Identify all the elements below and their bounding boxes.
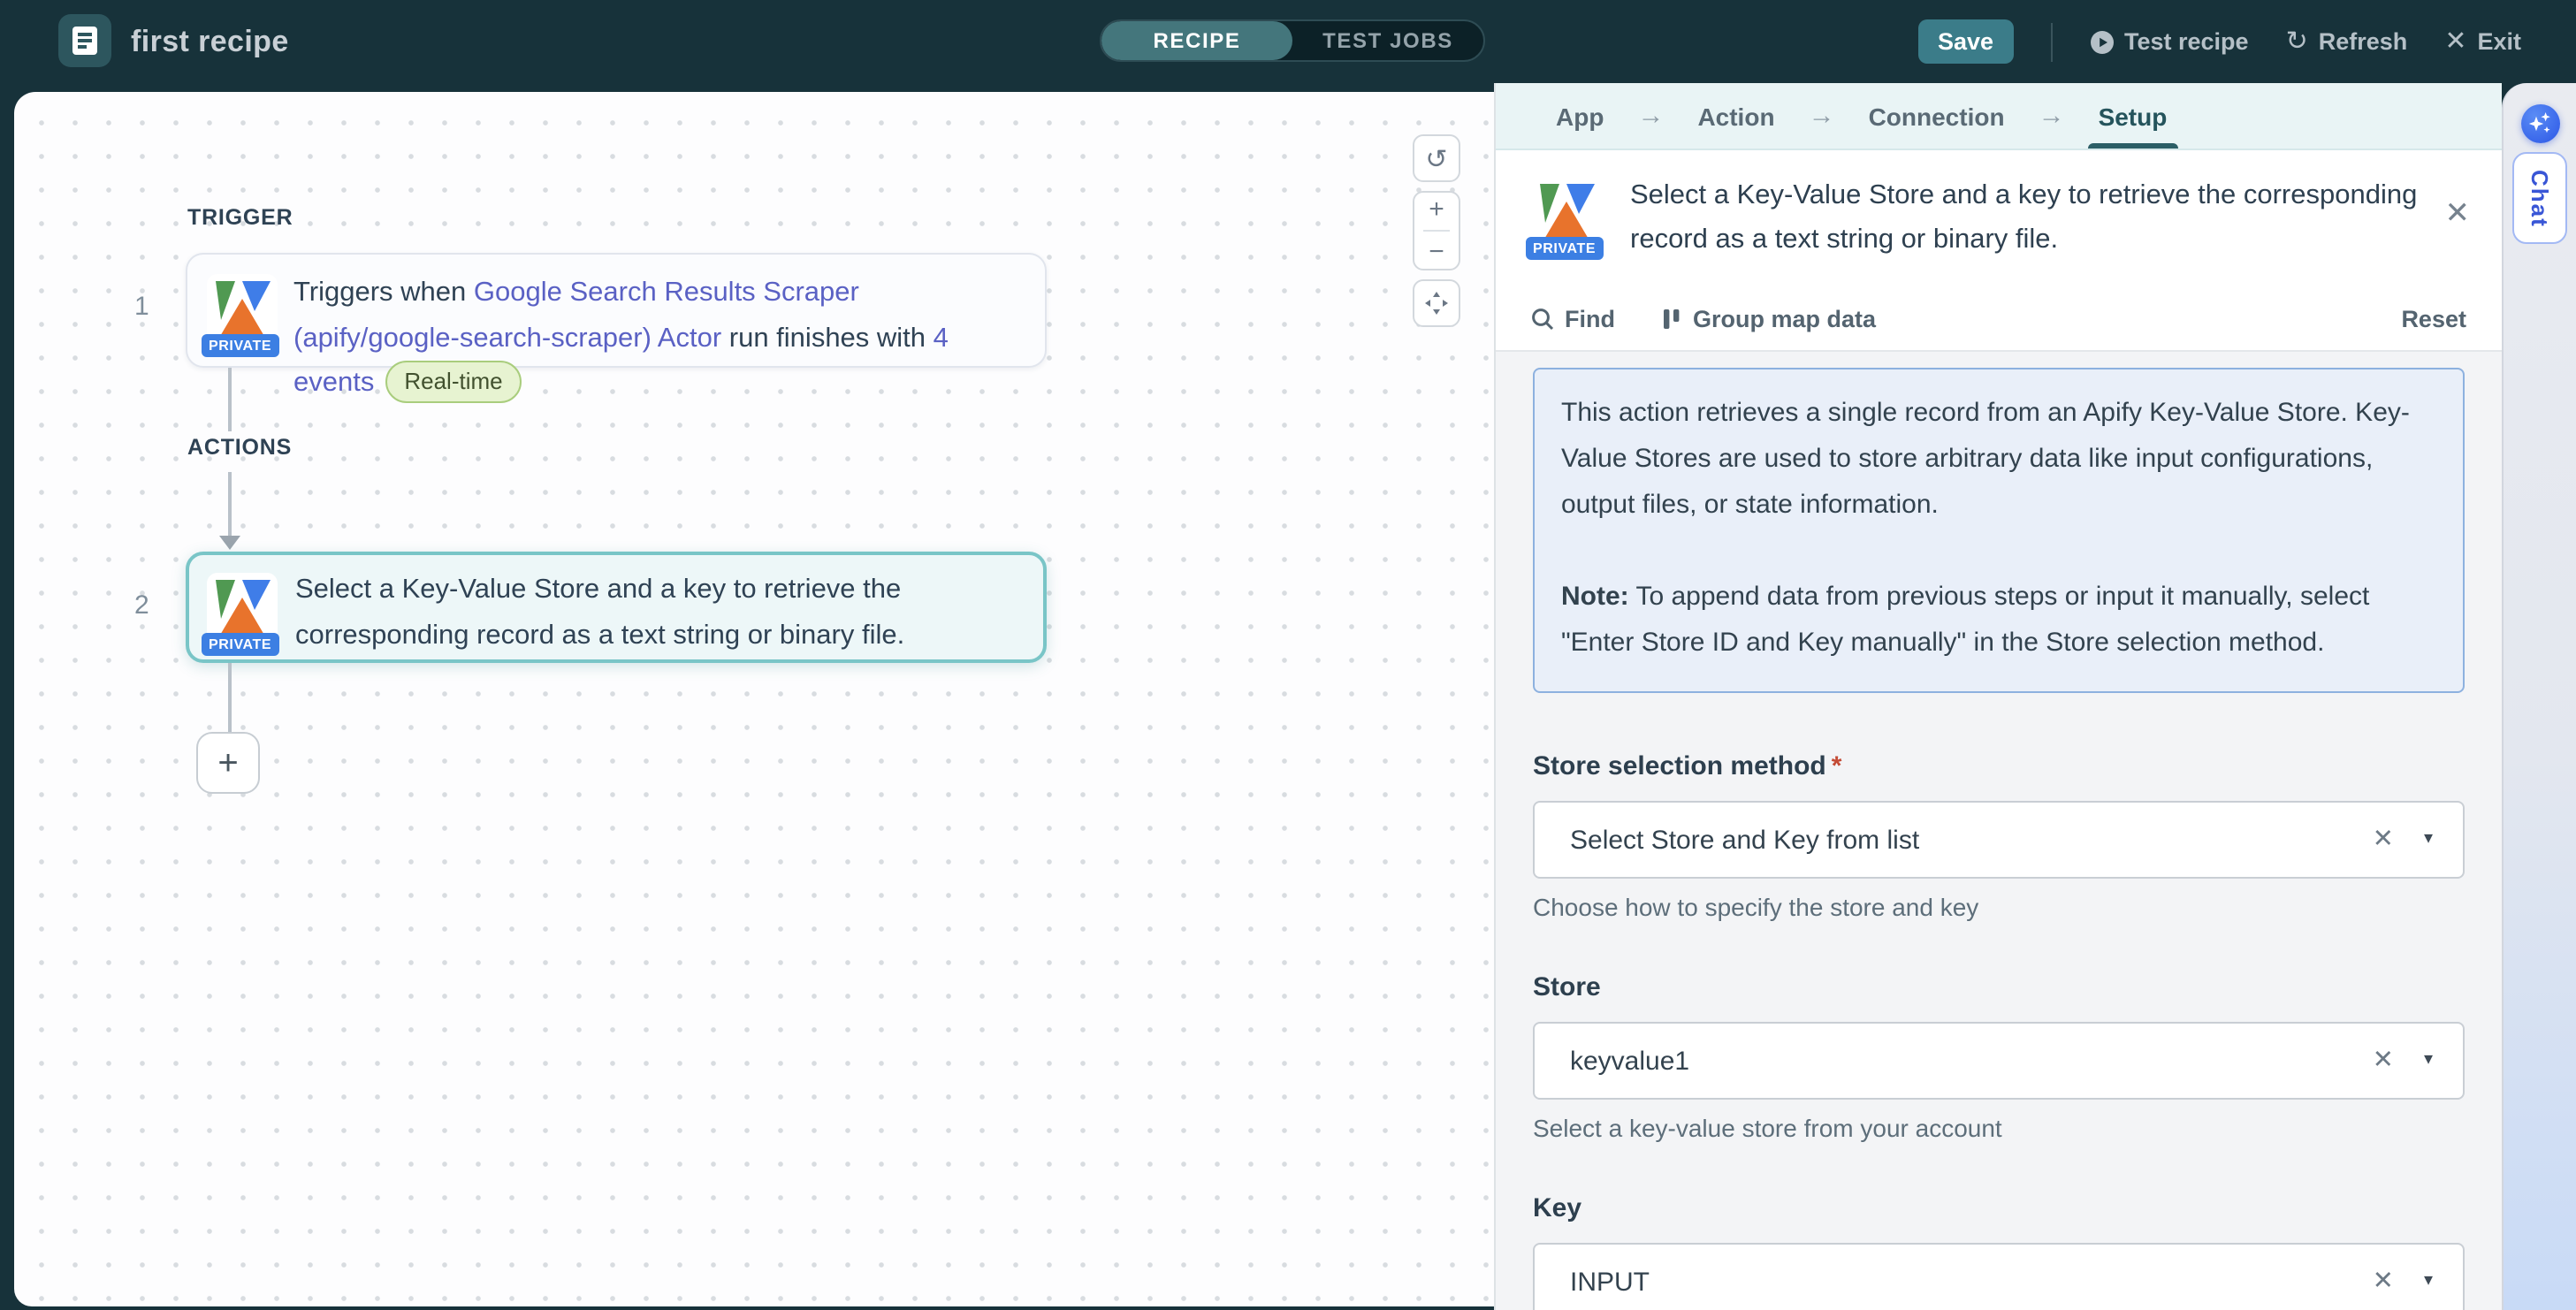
sparkles-icon — [2526, 110, 2555, 138]
move-icon — [1423, 290, 1450, 316]
connector-arrowhead — [219, 536, 240, 550]
chevron-down-icon[interactable]: ▾ — [2424, 831, 2433, 849]
group-columns-icon — [1661, 307, 1682, 330]
chat-sidebar: Chat — [2502, 83, 2576, 1310]
refresh-button[interactable]: ↻ Refresh — [2286, 28, 2408, 55]
workflow-canvas[interactable]: ↺ + − TRIGGER 1 — [14, 92, 1494, 1306]
trigger-section-label: TRIGGER — [187, 205, 293, 230]
recipe-logo-icon[interactable] — [58, 14, 111, 67]
private-badge: PRIVATE — [202, 633, 278, 656]
canvas-controls: ↺ + − — [1413, 134, 1460, 327]
actions-section-label: ACTIONS — [187, 435, 292, 460]
field-helper: Choose how to specify the store and key — [1533, 893, 2465, 921]
tab-test-jobs[interactable]: TEST JOBS — [1292, 21, 1483, 60]
clear-icon[interactable]: ✕ — [2373, 1269, 2394, 1295]
add-step-button[interactable]: + — [196, 732, 260, 794]
pan-button[interactable] — [1413, 279, 1460, 327]
group-map-data-label: Group map data — [1693, 305, 1876, 331]
test-recipe-button[interactable]: Test recipe — [2089, 28, 2249, 55]
step-number-1: 1 — [134, 292, 149, 322]
reset-button[interactable]: Reset — [2401, 305, 2466, 331]
connector-line — [228, 472, 231, 537]
refresh-icon: ↻ — [2286, 28, 2308, 55]
select-value: INPUT — [1570, 1267, 2373, 1297]
test-recipe-label: Test recipe — [2124, 28, 2249, 55]
panel-title-row: PRIVATE Select a Key-Value Store and a k… — [1496, 150, 2502, 286]
chevron-down-icon[interactable]: ▾ — [2424, 1052, 2433, 1070]
play-circle-icon — [2089, 29, 2114, 54]
step-config-panel: App → Action → Connection → Setup PRIVAT… — [1494, 83, 2502, 1310]
setup-form: This action retrieves a single record fr… — [1496, 352, 2502, 1310]
required-marker: * — [1832, 751, 1842, 781]
save-button[interactable]: Save — [1918, 19, 2013, 64]
topbar-divider — [2050, 22, 2052, 61]
tab-recipe[interactable]: RECIPE — [1101, 21, 1292, 60]
connector-line — [228, 663, 231, 732]
close-panel-button[interactable]: ✕ — [2445, 198, 2471, 228]
zoom-out-icon[interactable]: − — [1429, 237, 1444, 267]
field-helper: Select a key-value store from your accou… — [1533, 1114, 2465, 1142]
apify-app-icon: PRIVATE — [207, 274, 278, 345]
action-step-card[interactable]: PRIVATE Select a Key-Value Store and a k… — [186, 552, 1047, 663]
ai-assistant-button[interactable] — [2521, 104, 2560, 143]
action-step-text: Select a Key-Value Store and a key to re… — [295, 567, 1018, 658]
document-icon — [71, 25, 99, 57]
chat-tab-label: Chat — [2526, 169, 2553, 227]
field-label: Store selection method* — [1533, 750, 2465, 785]
key-select[interactable]: INPUT ✕ ▾ — [1533, 1243, 2465, 1310]
zoom-divider — [1423, 230, 1450, 232]
page-title: first recipe — [131, 0, 289, 83]
refresh-label: Refresh — [2319, 28, 2408, 55]
zoom-control[interactable]: + − — [1413, 191, 1460, 270]
breadcrumb-app[interactable]: App — [1552, 83, 1607, 149]
view-toggle: RECIPE TEST JOBS — [1100, 19, 1485, 62]
breadcrumb-arrow-icon: → — [1637, 83, 1664, 149]
select-value: keyvalue1 — [1570, 1046, 2373, 1076]
app-root: first recipe RECIPE TEST JOBS Save Test … — [0, 0, 2576, 1310]
topbar-actions: Save Test recipe ↻ Refresh ✕ Exit — [1918, 0, 2521, 83]
breadcrumb-connection[interactable]: Connection — [1865, 83, 2008, 149]
trigger-step-card[interactable]: PRIVATE Triggers when Google Search Resu… — [186, 253, 1047, 368]
exit-label: Exit — [2477, 28, 2521, 55]
field-key: Key INPUT ✕ ▾ Select a key from the chos… — [1533, 1192, 2465, 1310]
find-label: Find — [1565, 305, 1615, 331]
config-breadcrumb: App → Action → Connection → Setup — [1496, 83, 2502, 150]
group-map-data-button[interactable]: Group map data — [1661, 305, 1876, 331]
clear-icon[interactable]: ✕ — [2373, 827, 2394, 853]
reset-view-button[interactable]: ↺ — [1413, 134, 1460, 182]
field-store-selection-method: Store selection method* Select Store and… — [1533, 750, 2465, 921]
top-bar: first recipe RECIPE TEST JOBS Save Test … — [0, 0, 2576, 83]
plus-icon: + — [217, 745, 238, 781]
exit-button[interactable]: ✕ Exit — [2444, 28, 2521, 55]
apify-app-icon: PRIVATE — [1531, 177, 1602, 248]
connector-line — [228, 368, 231, 431]
step-number-2: 2 — [134, 590, 149, 621]
search-icon — [1531, 307, 1554, 330]
store-selection-method-select[interactable]: Select Store and Key from list ✕ ▾ — [1533, 801, 2465, 879]
action-description-infobox: This action retrieves a single record fr… — [1533, 368, 2465, 693]
breadcrumb-arrow-icon: → — [1809, 83, 1835, 149]
trigger-step-text: Triggers when Google Search Results Scra… — [293, 270, 1020, 406]
chat-tab-button[interactable]: Chat — [2512, 152, 2567, 244]
field-label: Key — [1533, 1192, 2465, 1227]
panel-toolbar: Find Group map data Reset — [1496, 286, 2502, 352]
breadcrumb-action[interactable]: Action — [1694, 83, 1778, 149]
close-icon: ✕ — [2444, 28, 2466, 55]
zoom-in-icon[interactable]: + — [1429, 194, 1444, 225]
breadcrumb-setup[interactable]: Setup — [2095, 83, 2171, 149]
private-badge: PRIVATE — [202, 334, 278, 357]
panel-title: Select a Key-Value Store and a key to re… — [1602, 173, 2445, 286]
select-value: Select Store and Key from list — [1570, 825, 2373, 855]
clear-icon[interactable]: ✕ — [2373, 1048, 2394, 1074]
breadcrumb-arrow-icon: → — [2039, 83, 2065, 149]
field-store: Store keyvalue1 ✕ ▾ Select a key-value s… — [1533, 971, 2465, 1142]
find-button[interactable]: Find — [1531, 305, 1615, 331]
store-select[interactable]: keyvalue1 ✕ ▾ — [1533, 1022, 2465, 1100]
private-badge: PRIVATE — [1526, 237, 1603, 260]
chevron-down-icon[interactable]: ▾ — [2424, 1273, 2433, 1291]
apify-app-icon: PRIVATE — [207, 573, 278, 644]
undo-icon: ↺ — [1425, 142, 1447, 174]
field-label: Store — [1533, 971, 2465, 1006]
